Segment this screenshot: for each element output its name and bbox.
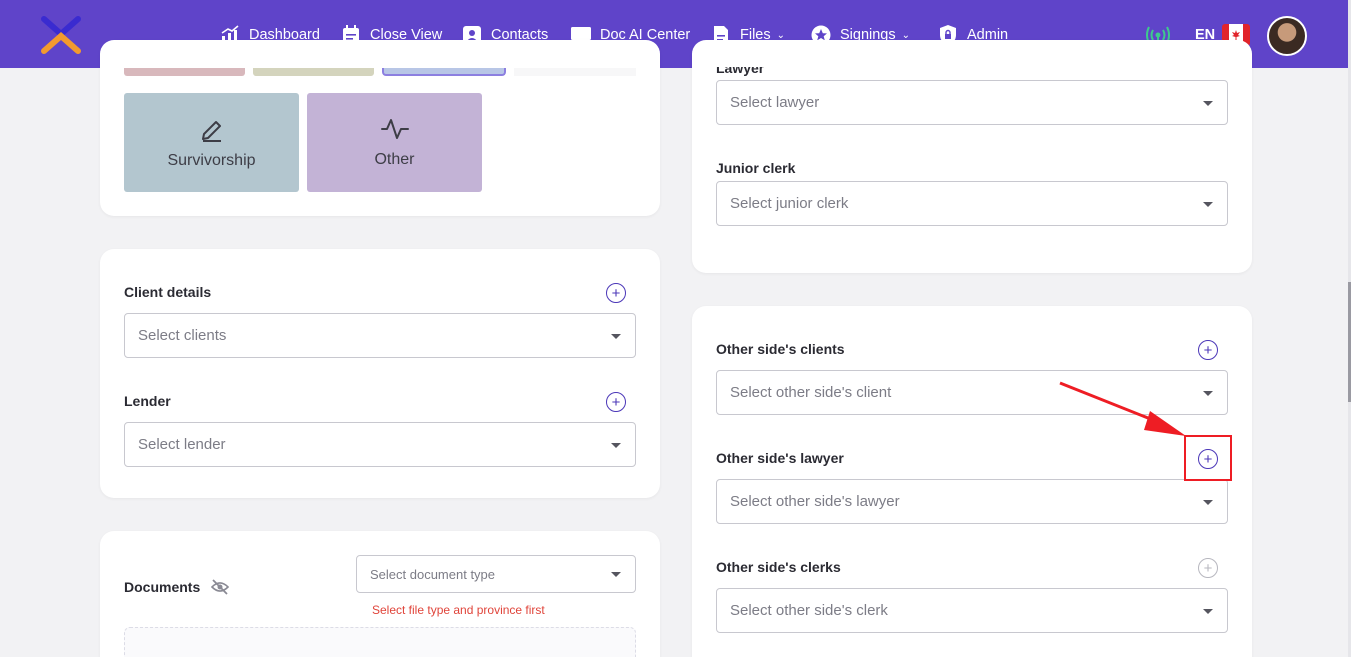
chevron-down-icon: ⌄ [776, 29, 786, 41]
staff-card [692, 40, 1252, 273]
tile-other-label: Other [374, 150, 415, 168]
other-side-lawyer-placeholder: Select other side's lawyer [730, 493, 900, 510]
other-side-clerks-label: Other side's clerks [716, 559, 841, 575]
plus-icon: + [1203, 341, 1213, 359]
tile-partial-4[interactable] [514, 68, 636, 76]
lender-select[interactable]: Select lender [124, 422, 636, 467]
document-type-error: Select file type and province first [372, 603, 545, 617]
other-side-lawyer-label: Other side's lawyer [716, 450, 844, 466]
add-other-side-client-button[interactable]: + [1198, 340, 1218, 360]
plus-icon: + [1203, 559, 1213, 577]
caret-down-icon [1203, 609, 1213, 614]
junior-clerk-label: Junior clerk [716, 160, 796, 176]
caret-down-icon [611, 572, 621, 577]
tile-survivorship-label: Survivorship [167, 151, 256, 169]
lender-select-placeholder: Select lender [138, 436, 226, 453]
junior-clerk-select[interactable]: Select junior clerk [716, 181, 1228, 226]
plus-icon: + [611, 393, 621, 411]
lawyer-select[interactable]: Select lawyer [716, 80, 1228, 125]
clients-select-placeholder: Select clients [138, 327, 227, 344]
document-type-select[interactable]: Select document type [356, 555, 636, 593]
documents-label: Documents [124, 579, 201, 595]
tile-partial-2[interactable] [253, 68, 374, 76]
caret-down-icon [1203, 101, 1213, 106]
add-other-side-clerk-button[interactable]: + [1198, 558, 1218, 578]
eye-off-icon[interactable] [211, 579, 229, 595]
add-lender-button[interactable]: + [606, 392, 626, 412]
lender-label: Lender [124, 393, 171, 409]
document-dropzone[interactable] [124, 627, 636, 657]
chevron-down-icon: ⌄ [901, 29, 911, 41]
add-client-button[interactable]: + [606, 283, 626, 303]
tile-other[interactable]: Other [307, 93, 482, 192]
clients-select[interactable]: Select clients [124, 313, 636, 358]
annotation-highlight-box [1184, 435, 1232, 481]
plus-icon: + [611, 284, 621, 302]
document-type-placeholder: Select document type [370, 566, 496, 582]
caret-down-icon [1203, 391, 1213, 396]
activity-icon [380, 118, 409, 139]
other-side-clients-label: Other side's clients [716, 341, 845, 357]
lawyer-select-placeholder: Select lawyer [730, 94, 820, 111]
caret-down-icon [611, 334, 621, 339]
client-details-label: Client details [124, 284, 212, 300]
other-side-lawyer-select[interactable]: Select other side's lawyer [716, 479, 1228, 524]
caret-down-icon [611, 443, 621, 448]
caret-down-icon [1203, 202, 1213, 207]
other-side-clerks-placeholder: Select other side's clerk [730, 602, 888, 619]
annotation-arrow [1059, 381, 1186, 436]
other-side-clients-placeholder: Select other side's client [730, 384, 892, 401]
tile-partial-selected[interactable] [382, 68, 506, 76]
caret-down-icon [1203, 500, 1213, 505]
junior-clerk-select-placeholder: Select junior clerk [730, 195, 849, 212]
other-side-clerks-select[interactable]: Select other side's clerk [716, 588, 1228, 633]
pencil-icon [201, 120, 221, 142]
user-avatar[interactable] [1267, 16, 1307, 56]
app-logo[interactable] [40, 16, 82, 54]
tile-partial-1[interactable] [124, 68, 245, 76]
tile-survivorship[interactable]: Survivorship [124, 93, 299, 192]
